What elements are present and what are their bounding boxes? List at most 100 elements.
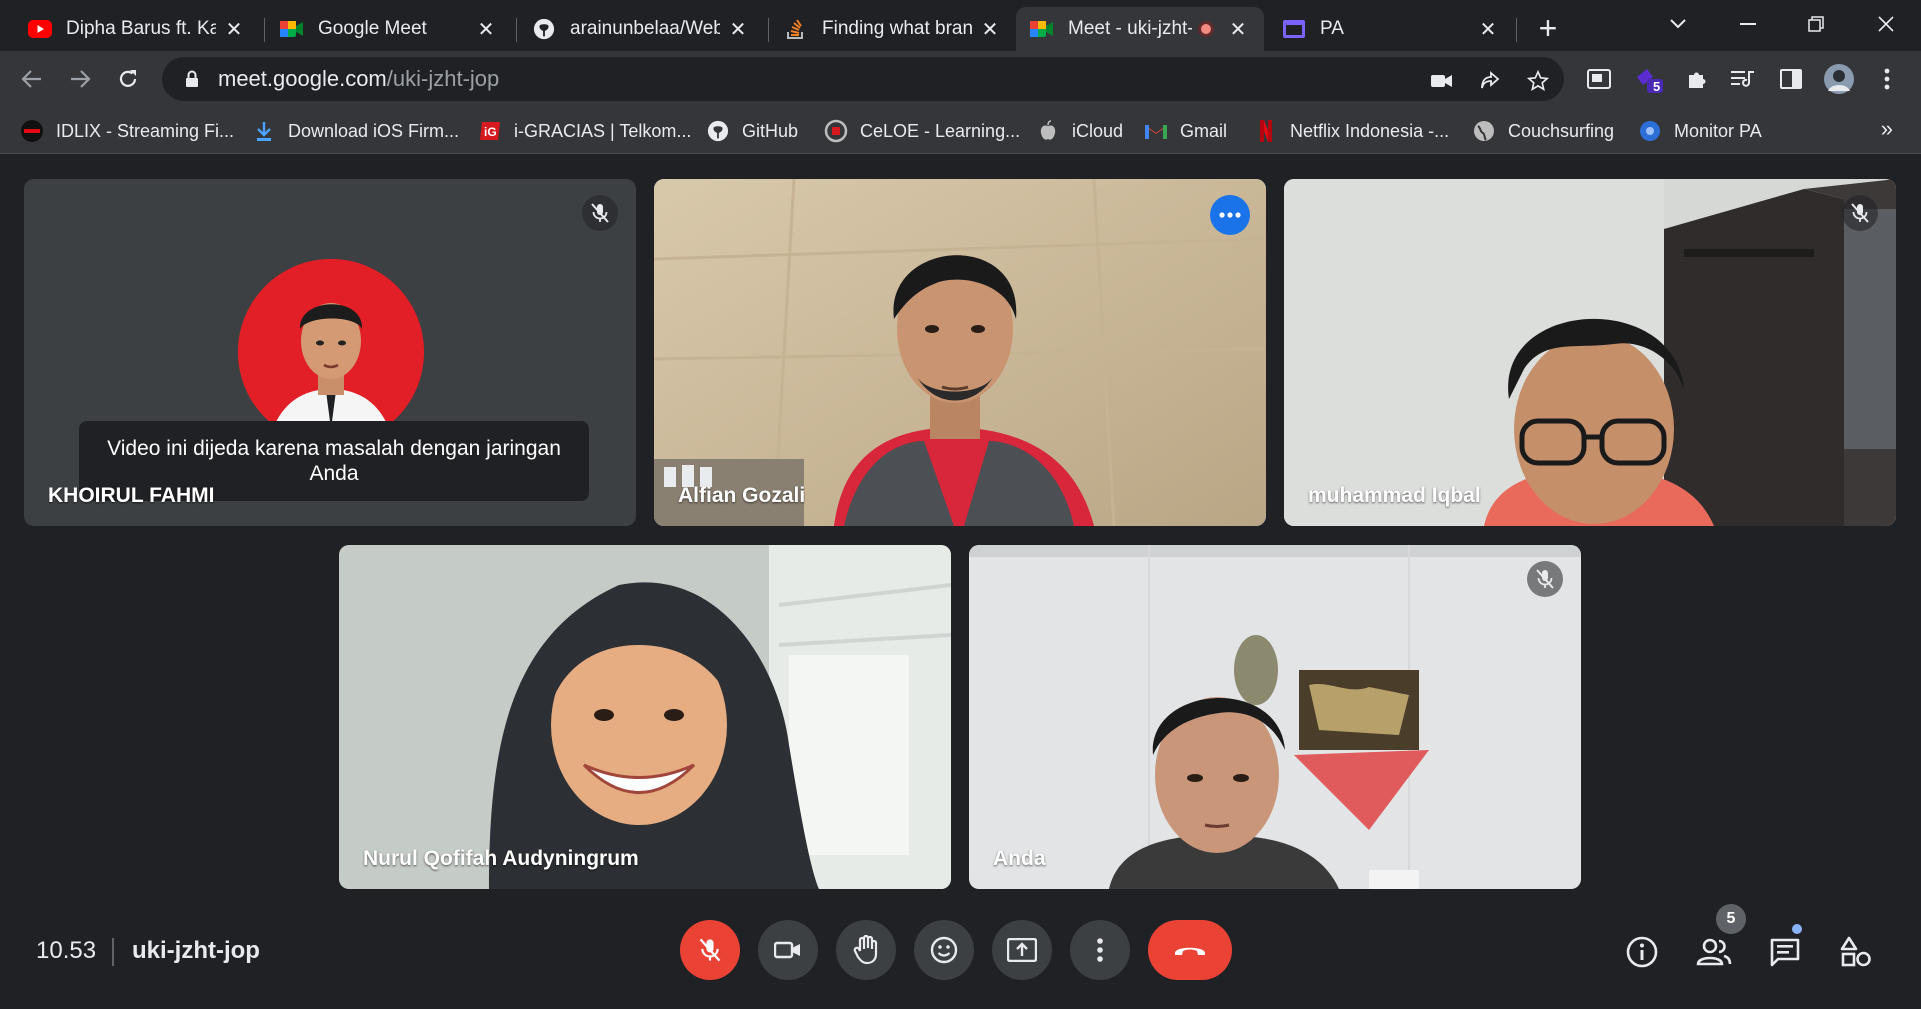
bookmark-star-icon[interactable]	[1524, 67, 1552, 95]
close-tab-icon[interactable]: ✕	[474, 17, 498, 41]
url-path: /uki-jzht-jop	[386, 66, 500, 91]
new-tab-button[interactable]: +	[1530, 10, 1566, 46]
recording-indicator-icon	[1198, 21, 1214, 37]
globe-icon	[1472, 119, 1496, 143]
bookmark-gmail[interactable]: Gmail	[1144, 116, 1227, 146]
tab-divider	[516, 18, 517, 42]
back-button[interactable]	[14, 61, 50, 97]
tab-title: Finding what branch	[822, 18, 972, 39]
bookmark-github[interactable]: GitHub	[706, 116, 798, 146]
toggle-camera-button[interactable]	[758, 920, 818, 980]
extension-badge-icon[interactable]: 5	[1632, 62, 1666, 96]
google-meet-icon	[1030, 17, 1054, 41]
participant-name: muhammad Iqbal	[1308, 484, 1481, 507]
close-tab-icon[interactable]: ✕	[1226, 17, 1250, 41]
reload-button[interactable]	[110, 61, 146, 97]
close-window-button[interactable]	[1866, 6, 1906, 42]
participant-name: Anda	[993, 847, 1046, 870]
divider	[112, 938, 114, 966]
forward-button[interactable]	[62, 61, 98, 97]
activities-icon[interactable]	[1834, 930, 1878, 974]
participant-tile-self[interactable]: Anda	[969, 545, 1581, 889]
media-control-icon[interactable]	[1726, 62, 1760, 96]
meeting-details-info-icon[interactable]	[1620, 930, 1664, 974]
participant-video	[339, 545, 951, 889]
svg-text:iG: iG	[484, 125, 497, 139]
show-everyone-people-icon[interactable]	[1692, 930, 1736, 974]
bookmark-igracias[interactable]: iG i-GRACIAS | Telkom...	[478, 116, 691, 146]
chrome-menu-icon[interactable]	[1870, 62, 1904, 96]
more-options-button[interactable]	[1210, 195, 1250, 235]
camera-in-use-icon[interactable]	[1428, 67, 1456, 95]
participant-name: Nurul Qofifah Audyningrum	[363, 847, 639, 870]
bookmark-ios-firmware[interactable]: Download iOS Firm...	[252, 116, 459, 146]
extension-badge-count: 5	[1653, 79, 1661, 94]
tab-github[interactable]: arainunbelaa/Web_ ✕	[518, 7, 764, 51]
bookmark-label: Download iOS Firm...	[288, 120, 460, 141]
participant-tile-khoirul[interactable]: Video ini dijeda karena masalah dengan j…	[24, 179, 636, 526]
picture-in-picture-icon[interactable]	[1582, 62, 1616, 96]
mic-muted-icon	[1842, 195, 1878, 231]
address-bar[interactable]: meet.google.com/uki-jzht-jop	[162, 57, 1564, 101]
profile-avatar[interactable]	[1822, 62, 1856, 96]
present-now-button[interactable]	[992, 920, 1052, 980]
participant-tile-iqbal[interactable]: muhammad Iqbal	[1284, 179, 1896, 526]
tab-title: Google Meet	[318, 18, 427, 39]
minimize-window-button[interactable]	[1728, 6, 1768, 42]
tab-title: Dipha Barus ft. Kallula	[66, 18, 216, 39]
toggle-microphone-button[interactable]	[680, 920, 740, 980]
bookmark-label: Monitor PA	[1674, 120, 1762, 141]
youtube-icon	[28, 17, 52, 41]
share-icon[interactable]	[1476, 67, 1504, 95]
bookmark-celoe[interactable]: CeLOE - Learning...	[824, 116, 1020, 146]
bookmark-icloud[interactable]: iCloud	[1036, 116, 1123, 146]
participant-name: Alfian Gozali	[678, 484, 806, 507]
extensions-puzzle-icon[interactable]	[1680, 62, 1714, 96]
monitor-icon	[1638, 119, 1662, 143]
url-text: meet.google.com/uki-jzht-jop	[218, 66, 499, 92]
participant-tile-alfian[interactable]: Alfian Gozali	[654, 179, 1266, 526]
participant-name: KHOIRUL FAHMI	[48, 484, 215, 507]
more-bookmarks-chevron-icon[interactable]: »	[1881, 116, 1893, 142]
participant-video	[1284, 179, 1896, 526]
tab-pa[interactable]: PA ✕	[1268, 7, 1514, 51]
tab-title: arainunbelaa/Web_	[570, 18, 720, 39]
bookmark-netflix[interactable]: Netflix Indonesia -...	[1254, 116, 1449, 146]
bookmark-label: CeLOE - Learning...	[860, 120, 1021, 141]
tab-strip: Dipha Barus ft. Kallula ✕ Google Meet ✕ …	[0, 0, 1921, 51]
bookmark-couchsurfing[interactable]: Couchsurfing	[1472, 116, 1614, 146]
lock-icon[interactable]	[180, 67, 204, 91]
participant-tile-nurul[interactable]: Nurul Qofifah Audyningrum	[339, 545, 951, 889]
github-icon	[532, 17, 556, 41]
bookmark-label: Netflix Indonesia -...	[1290, 120, 1450, 141]
tab-title: Meet - uki-jzht-jop	[1068, 18, 1192, 39]
tab-meet-active[interactable]: Meet - uki-jzht-jop ✕	[1016, 7, 1264, 51]
close-tab-icon[interactable]: ✕	[726, 17, 750, 41]
idlix-icon	[20, 119, 44, 143]
participant-video	[969, 545, 1581, 889]
current-time: 10.53	[36, 937, 97, 964]
tab-youtube[interactable]: Dipha Barus ft. Kallula ✕	[14, 7, 260, 51]
github-icon	[706, 119, 730, 143]
close-tab-icon[interactable]: ✕	[222, 17, 246, 41]
netflix-icon	[1254, 119, 1278, 143]
bookmark-monitor-pa[interactable]: Monitor PA	[1638, 116, 1762, 146]
send-reaction-button[interactable]	[914, 920, 974, 980]
close-tab-icon[interactable]: ✕	[1476, 17, 1500, 41]
apple-icon	[1036, 119, 1060, 143]
leave-call-button[interactable]	[1148, 920, 1232, 980]
bookmark-label: Gmail	[1180, 120, 1228, 141]
stackoverflow-icon	[784, 17, 808, 41]
restore-window-button[interactable]	[1796, 6, 1836, 42]
tab-title: PA	[1320, 18, 1344, 39]
chat-with-everyone-icon[interactable]	[1763, 930, 1807, 974]
close-tab-icon[interactable]: ✕	[978, 17, 1002, 41]
raise-hand-button[interactable]	[836, 920, 896, 980]
more-options-button[interactable]	[1070, 920, 1130, 980]
calendar-icon	[1282, 17, 1306, 41]
bookmark-idlix[interactable]: IDLIX - Streaming Fi...	[20, 116, 234, 146]
tab-stackoverflow[interactable]: Finding what branch ✕	[770, 7, 1016, 51]
tab-google-meet[interactable]: Google Meet ✕	[266, 7, 512, 51]
side-panel-icon[interactable]	[1774, 62, 1808, 96]
tab-search-chevron-icon[interactable]	[1658, 6, 1698, 42]
